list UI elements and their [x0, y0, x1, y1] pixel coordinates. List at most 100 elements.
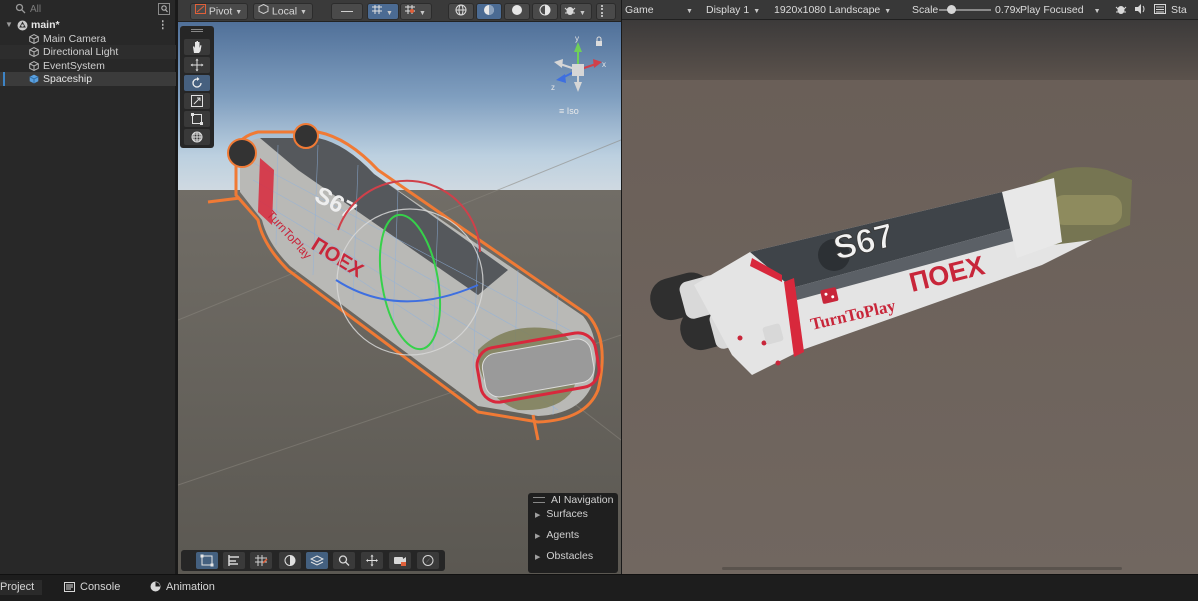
overflow-icon: [601, 5, 603, 18]
increment-snap-field[interactable]: [331, 3, 363, 20]
scene-view[interactable]: S67 TurnToPlay ПОЕХ Pivot▼ Local▼ ▼ ▼: [178, 0, 621, 574]
ai-nav-agents[interactable]: ▶ Agents: [535, 529, 579, 541]
compass-tool-button[interactable]: [417, 552, 439, 569]
align-icon: [228, 555, 239, 566]
z-axis-cone[interactable]: [556, 74, 566, 83]
scale-slider-handle[interactable]: [947, 5, 956, 14]
hierarchy-search[interactable]: All: [0, 2, 176, 17]
grid-icon: [404, 4, 416, 20]
hierarchy-search-input[interactable]: All: [30, 4, 41, 15]
iso-lines-icon: ≡: [559, 106, 567, 116]
tab-project[interactable]: Project: [0, 580, 43, 595]
lighting-toggle[interactable]: [532, 3, 558, 20]
transform-tool-button[interactable]: [184, 129, 210, 145]
grid-paint-button[interactable]: [250, 552, 272, 569]
expand-arrow-icon[interactable]: ▼: [5, 18, 13, 32]
game-view[interactable]: S67 TurnToPlay ПОЕХ Game ▼ Display 1 ▼ 19…: [622, 0, 1198, 574]
hierarchy-panel: All ▼ main* ⋮ Main Camera Directional Li…: [0, 0, 176, 574]
stats-icon[interactable]: [1154, 3, 1166, 18]
scene-menu-icon[interactable]: ⋮: [158, 18, 169, 32]
ai-navigation-overlay: AI Navigation ▶ Surfaces ▶ Agents ▶ Obstacl…: [528, 493, 618, 573]
search-tool-button[interactable]: [333, 552, 355, 569]
game-toolbar: Game ▼ Display 1 ▼ 1920x1080 Landscape ▼ S…: [622, 0, 1198, 20]
gameobject-icon: [29, 61, 39, 71]
play-mode-dropdown[interactable]: Play Focused ▼: [1020, 4, 1101, 16]
grid-visibility-toggle[interactable]: ▼: [400, 3, 432, 20]
x-axis-cone[interactable]: [593, 59, 602, 68]
grid-snap-toggle[interactable]: ▼: [367, 3, 399, 20]
hierarchy-item-eventsystem[interactable]: EventSystem: [0, 59, 176, 73]
shaded-wireframe-button[interactable]: [476, 3, 502, 20]
y-axis-cone[interactable]: [574, 42, 582, 52]
overlay-grip[interactable]: [191, 29, 203, 32]
more-options-button[interactable]: [596, 3, 616, 20]
hierarchy-item-directional-light[interactable]: Directional Light: [0, 45, 176, 59]
tab-label: Project: [0, 581, 35, 593]
compass-icon: [422, 555, 434, 566]
hierarchy-item-main-camera[interactable]: Main Camera: [0, 32, 176, 46]
ai-nav-item-label: Surfaces: [546, 508, 588, 520]
animation-icon: [150, 581, 161, 595]
scene-name: main*: [31, 19, 60, 31]
tab-animation[interactable]: Animation: [150, 581, 215, 595]
orientation-gizmo[interactable]: y x z: [548, 34, 608, 114]
space-dropdown[interactable]: Local ▼: [253, 3, 313, 20]
gameobject-icon: [29, 47, 39, 57]
chevron-down-icon[interactable]: ▼: [686, 4, 693, 16]
expand-arrow-icon: ▶: [535, 512, 541, 519]
chevron-down-icon: ▼: [235, 9, 243, 17]
move-tool-button[interactable]: [184, 57, 210, 73]
scale-tool-button[interactable]: [184, 93, 210, 109]
game-horizontal-scrollbar[interactable]: [722, 567, 1122, 570]
ai-nav-item-label: Agents: [546, 529, 580, 541]
resolution-dropdown[interactable]: 1920x1080 Landscape ▼: [774, 4, 891, 16]
stats-button[interactable]: Sta: [1171, 4, 1187, 16]
projection-label[interactable]: ≡ Iso: [559, 106, 579, 116]
prefab-icon: [29, 74, 39, 84]
selection-indicator: [3, 72, 5, 86]
tab-console[interactable]: Console: [64, 581, 120, 595]
speaker-icon[interactable]: [1134, 3, 1146, 18]
scene-row[interactable]: ▼ main* ⋮: [0, 18, 176, 32]
navmesh-tool-button[interactable]: [306, 552, 328, 569]
ai-nav-obstacles[interactable]: ▶ Obstacles: [535, 550, 593, 562]
ai-nav-item-label: Obstacles: [546, 550, 594, 562]
gizmo-center-cube[interactable]: [572, 64, 584, 76]
effects-dropdown[interactable]: ▼: [560, 3, 592, 20]
hand-tool-button[interactable]: [184, 39, 210, 55]
overlay-grip[interactable]: [533, 497, 545, 503]
shaded-sphere-icon: [511, 4, 523, 21]
gizmo-y-label: y: [575, 34, 579, 43]
rotate-tool-button[interactable]: [184, 75, 210, 91]
rect-transform-icon: [191, 113, 203, 125]
wireframe-shading-button[interactable]: [448, 3, 474, 20]
pivot-icon: [195, 4, 206, 19]
lighting-tool-button[interactable]: [279, 552, 301, 569]
resolution-label: 1920x1080 Landscape: [774, 4, 881, 16]
bug-icon[interactable]: [1115, 3, 1127, 18]
shaded-button[interactable]: [504, 3, 530, 20]
component-tools-overlay: [181, 550, 445, 571]
grid-paint-icon: [255, 555, 268, 566]
lock-icon[interactable]: [596, 36, 602, 46]
console-icon: [64, 582, 75, 595]
rect-tool-button[interactable]: [184, 111, 210, 127]
game-tab-dropdown[interactable]: Game: [625, 4, 654, 16]
hierarchy-item-label: EventSystem: [43, 60, 105, 72]
rect-select-button[interactable]: [196, 552, 218, 569]
universal-transform-icon: [191, 131, 203, 143]
game-tab-label: Game: [625, 4, 654, 16]
move-tool-button-2[interactable]: [361, 552, 383, 569]
tab-label: Console: [80, 581, 121, 593]
scene-toolbar: Pivot ▼ Local ▼ ▼ ▼ ▼: [178, 0, 621, 22]
ai-nav-surfaces[interactable]: ▶ Surfaces: [535, 508, 588, 520]
pivot-dropdown[interactable]: Pivot ▼: [190, 3, 248, 20]
display-dropdown[interactable]: Display 1 ▼: [706, 4, 760, 16]
scale-value: 0.79x: [995, 4, 1021, 16]
bug-icon: [564, 4, 576, 21]
gizmo-x-label: x: [602, 60, 606, 69]
align-tool-button[interactable]: [223, 552, 245, 569]
camera-tool-button[interactable]: [389, 552, 411, 569]
search-options-icon[interactable]: [158, 3, 170, 15]
hierarchy-item-spaceship[interactable]: Spaceship: [0, 72, 176, 86]
